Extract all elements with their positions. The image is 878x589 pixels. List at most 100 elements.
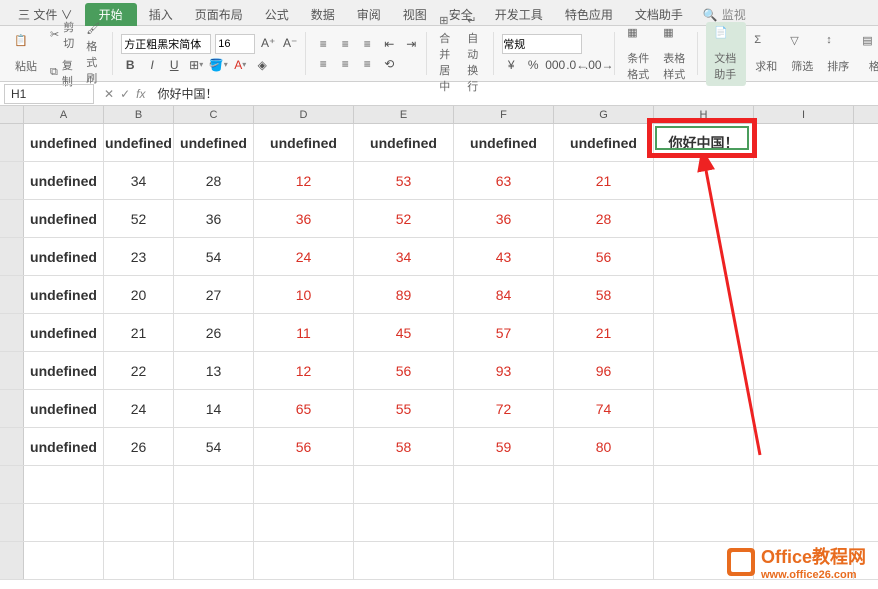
cut-button[interactable]: ✂ 剪切	[46, 17, 78, 53]
cell[interactable]: 20	[104, 276, 174, 313]
cell[interactable]	[354, 542, 454, 579]
tab-data[interactable]: 数据	[301, 3, 345, 26]
sort-button[interactable]: ↕ 排序	[822, 32, 854, 76]
cell[interactable]	[654, 200, 754, 237]
format-button[interactable]: ▤ 格	[858, 32, 878, 76]
format-painter-button[interactable]: 🖌 格式刷	[82, 20, 106, 88]
orientation-button[interactable]: ⟲	[380, 55, 398, 73]
cell[interactable]: 56	[354, 352, 454, 389]
cell[interactable]	[754, 390, 854, 427]
italic-button[interactable]: I	[143, 56, 161, 74]
cell[interactable]: 89	[354, 276, 454, 313]
cell[interactable]: 65	[254, 390, 354, 427]
cell[interactable]: 26	[174, 314, 254, 351]
tab-layout[interactable]: 页面布局	[185, 3, 253, 26]
col-header-B[interactable]: B	[104, 106, 174, 123]
tab-review[interactable]: 审阅	[347, 3, 391, 26]
cell[interactable]: undefined	[454, 124, 554, 161]
row-header[interactable]	[0, 238, 24, 275]
cell[interactable]	[254, 504, 354, 541]
col-header-C[interactable]: C	[174, 106, 254, 123]
align-bottom-button[interactable]: ≡	[358, 35, 376, 53]
cell[interactable]: 28	[554, 200, 654, 237]
cell[interactable]	[754, 428, 854, 465]
cell[interactable]	[754, 124, 854, 161]
cell[interactable]: 21	[554, 162, 654, 199]
row-header[interactable]	[0, 428, 24, 465]
cell[interactable]	[554, 504, 654, 541]
row-header[interactable]	[0, 542, 24, 579]
cell[interactable]: 36	[254, 200, 354, 237]
row-header[interactable]	[0, 314, 24, 351]
cell[interactable]: 54	[174, 238, 254, 275]
indent-left-button[interactable]: ⇤	[380, 35, 398, 53]
doc-assist-button[interactable]: 📄 文档助手	[706, 22, 746, 86]
cell[interactable]	[754, 276, 854, 313]
row-header[interactable]	[0, 162, 24, 199]
col-header-F[interactable]: F	[454, 106, 554, 123]
currency-button[interactable]: ¥	[502, 56, 520, 74]
cell[interactable]: undefined	[24, 124, 104, 161]
underline-button[interactable]: U	[165, 56, 183, 74]
cell[interactable]	[454, 504, 554, 541]
cell[interactable]	[24, 542, 104, 579]
row-header[interactable]	[0, 390, 24, 427]
tab-formula[interactable]: 公式	[255, 3, 299, 26]
row-header[interactable]	[0, 504, 24, 541]
cell[interactable]	[104, 466, 174, 503]
table-style-button[interactable]: ▦ 表格样式	[659, 24, 691, 84]
cell[interactable]: undefined	[24, 390, 104, 427]
fx-button[interactable]: fx	[136, 87, 145, 101]
increase-font-button[interactable]: A⁺	[259, 34, 277, 52]
cell[interactable]: 52	[354, 200, 454, 237]
cell[interactable]: 11	[254, 314, 354, 351]
cell[interactable]	[24, 466, 104, 503]
cell[interactable]	[174, 504, 254, 541]
cell[interactable]: undefined	[104, 124, 174, 161]
cell[interactable]: 26	[104, 428, 174, 465]
cell[interactable]: 74	[554, 390, 654, 427]
increase-decimal-button[interactable]: .0←	[568, 56, 586, 74]
cell[interactable]: undefined	[24, 200, 104, 237]
cell[interactable]	[654, 390, 754, 427]
cell[interactable]	[104, 542, 174, 579]
align-left-button[interactable]: ≡	[314, 55, 332, 73]
cell[interactable]	[174, 542, 254, 579]
cell[interactable]	[754, 504, 854, 541]
cell[interactable]: 63	[454, 162, 554, 199]
cell[interactable]	[104, 504, 174, 541]
cell[interactable]: 54	[174, 428, 254, 465]
cell[interactable]: undefined	[24, 428, 104, 465]
cell[interactable]: 93	[454, 352, 554, 389]
search-box[interactable]: 🔍 监视	[703, 6, 746, 23]
cell[interactable]: undefined	[24, 162, 104, 199]
cell[interactable]	[354, 466, 454, 503]
cell[interactable]: 21	[104, 314, 174, 351]
cell[interactable]: undefined	[24, 238, 104, 275]
decrease-font-button[interactable]: A⁻	[281, 34, 299, 52]
cell[interactable]	[654, 162, 754, 199]
cell[interactable]	[754, 314, 854, 351]
tab-dev[interactable]: 开发工具	[485, 3, 553, 26]
cell[interactable]	[454, 542, 554, 579]
cell[interactable]: 13	[174, 352, 254, 389]
cell[interactable]	[24, 504, 104, 541]
cell[interactable]: 34	[354, 238, 454, 275]
cell[interactable]	[654, 276, 754, 313]
wrap-button[interactable]: ↵ 自动换行	[463, 12, 487, 96]
cell[interactable]: 80	[554, 428, 654, 465]
cell[interactable]	[654, 466, 754, 503]
row-header[interactable]	[0, 276, 24, 313]
align-right-button[interactable]: ≡	[358, 55, 376, 73]
cell[interactable]	[754, 238, 854, 275]
row-header[interactable]	[0, 124, 24, 161]
cell[interactable]: 96	[554, 352, 654, 389]
cell[interactable]: undefined	[254, 124, 354, 161]
cell[interactable]: undefined	[24, 314, 104, 351]
col-header-I[interactable]: I	[754, 106, 854, 123]
cell[interactable]: 59	[454, 428, 554, 465]
cell[interactable]: 45	[354, 314, 454, 351]
cell[interactable]	[554, 466, 654, 503]
cell[interactable]: 你好中国！	[654, 124, 754, 161]
font-size-select[interactable]	[215, 34, 255, 54]
